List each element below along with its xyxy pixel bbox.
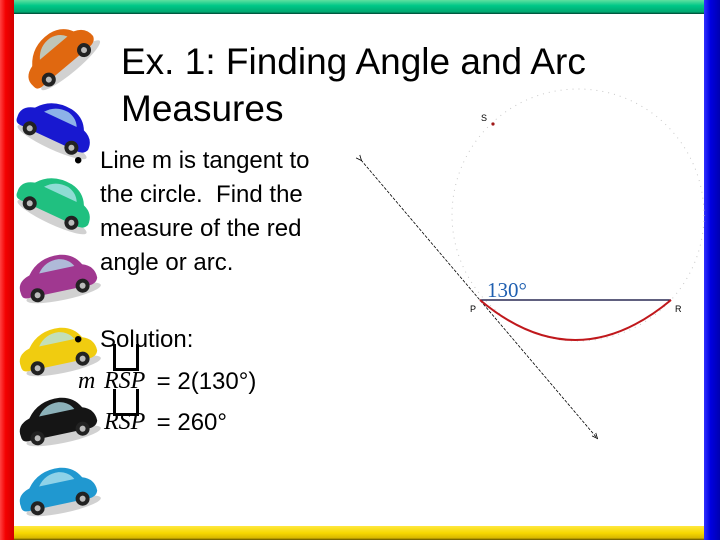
green-car-icon bbox=[16, 178, 90, 235]
black-car-icon bbox=[19, 397, 101, 447]
lightblue-car-icon bbox=[19, 467, 101, 517]
frame-left-border bbox=[0, 0, 14, 540]
equation-1-rhs: = 2(130°) bbox=[150, 368, 257, 395]
point-p-label: P bbox=[470, 304, 476, 314]
equation-2-arc-name: RSP bbox=[104, 409, 146, 435]
slide-title-line2: Measures bbox=[121, 88, 284, 129]
slide-title-line1: Ex. 1: Finding Angle and Arc bbox=[121, 41, 586, 82]
angle-label: 130° bbox=[487, 278, 527, 302]
tangent-line-m bbox=[361, 160, 597, 438]
slide-title: Ex. 1: Finding Angle and Arc Measures bbox=[121, 38, 586, 132]
orange-car-icon bbox=[28, 29, 101, 91]
equation-2-rhs: = 260° bbox=[150, 409, 227, 436]
blue-car-icon bbox=[16, 103, 90, 160]
car-decorations bbox=[16, 29, 101, 517]
frame-bottom-border bbox=[14, 526, 704, 540]
red-arc-pr bbox=[479, 299, 672, 341]
arc-symbol-icon bbox=[113, 344, 139, 371]
purple-car-icon bbox=[19, 254, 101, 304]
bullet-marker: • bbox=[74, 147, 83, 174]
equation-1-prefix: m bbox=[78, 368, 96, 394]
bullet-marker: • bbox=[74, 326, 83, 353]
point-r-label: R bbox=[675, 304, 682, 314]
frame-right-border bbox=[704, 0, 720, 540]
bullet-problem-text: Line m is tangent to the circle. Find th… bbox=[100, 147, 310, 276]
frame-top-border bbox=[14, 0, 704, 14]
